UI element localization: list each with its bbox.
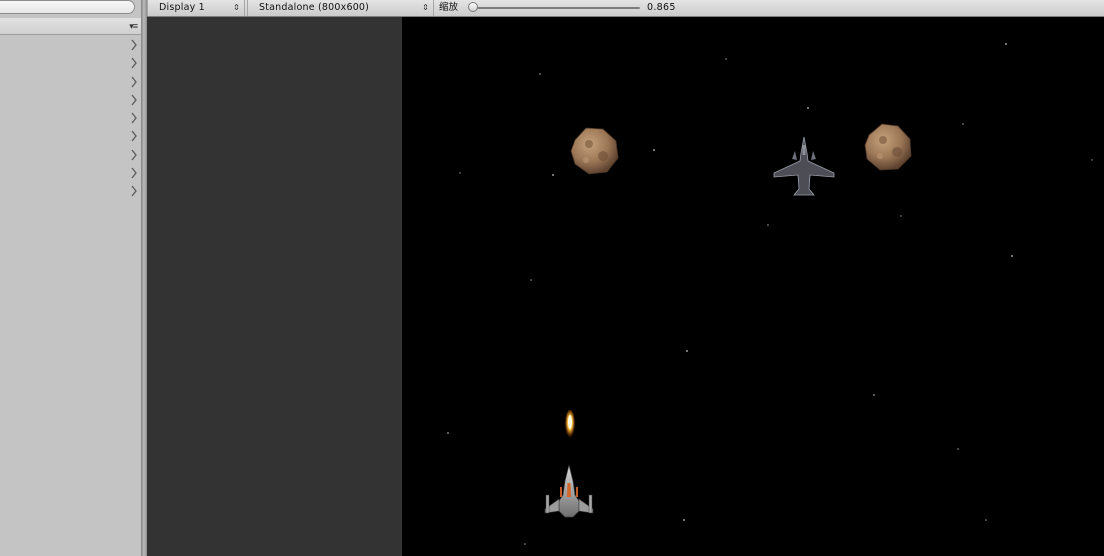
star (459, 172, 461, 174)
tree-row[interactable] (0, 54, 141, 72)
star (962, 123, 964, 125)
hierarchy-panel: ▾≡ (0, 0, 142, 556)
scale-label: 缩放 (439, 2, 459, 13)
star (985, 519, 987, 521)
chevron-right-icon[interactable] (129, 75, 139, 89)
star (552, 174, 554, 176)
hierarchy-tree (0, 36, 141, 201)
updown-arrows-icon: ⇕ (422, 3, 429, 12)
star (900, 215, 902, 217)
chevron-right-icon[interactable] (129, 184, 139, 198)
chevron-right-icon[interactable] (129, 148, 139, 162)
asteroid (864, 123, 912, 171)
player-bullet (565, 410, 575, 438)
star (530, 279, 532, 281)
game-view-letterbox (147, 17, 402, 556)
star (767, 224, 769, 226)
chevron-right-icon[interactable] (129, 38, 139, 52)
resolution-dropdown[interactable]: Standalone (800x600) ⇕ (247, 0, 434, 16)
chevron-right-icon[interactable] (129, 93, 139, 107)
player-ship (544, 464, 594, 518)
star (725, 58, 727, 60)
star (1091, 159, 1093, 161)
display-dropdown-label: Display 1 (159, 2, 205, 13)
tree-row[interactable] (0, 146, 141, 164)
scale-slider[interactable] (468, 2, 640, 13)
scale-slider-thumb[interactable] (468, 2, 478, 12)
starfield (447, 43, 1093, 545)
hierarchy-search-input[interactable] (0, 0, 135, 14)
tree-row[interactable] (0, 91, 141, 109)
tree-row[interactable] (0, 109, 141, 127)
game-scene (447, 43, 1093, 545)
star (957, 448, 959, 450)
chevron-right-icon[interactable] (129, 166, 139, 180)
scale-value: 0.865 (647, 2, 676, 13)
enemy-ship (773, 136, 835, 196)
scale-slider-track[interactable] (474, 7, 640, 9)
display-dropdown[interactable]: Display 1 ⇕ (147, 0, 245, 16)
hierarchy-subheader: ▾≡ (0, 18, 141, 35)
star (686, 350, 688, 352)
star (807, 107, 809, 109)
star (524, 543, 526, 545)
tree-row[interactable] (0, 182, 141, 200)
star (539, 73, 541, 75)
asteroid (570, 127, 619, 175)
star (873, 394, 875, 396)
tree-row[interactable] (0, 127, 141, 145)
resolution-dropdown-label: Standalone (800x600) (259, 2, 370, 13)
game-view-toolbar: Display 1 ⇕ Standalone (800x600) ⇕ 缩放 0.… (147, 0, 1104, 17)
chevron-right-icon[interactable] (129, 111, 139, 125)
panel-menu-icon[interactable]: ▾≡ (129, 20, 138, 32)
tree-row[interactable] (0, 73, 141, 91)
chevron-right-icon[interactable] (129, 56, 139, 70)
chevron-right-icon[interactable] (129, 129, 139, 143)
star (653, 149, 655, 151)
star (1005, 43, 1007, 45)
star (447, 432, 449, 434)
star (683, 519, 685, 521)
tree-row[interactable] (0, 164, 141, 182)
star (1011, 255, 1013, 257)
tree-row[interactable] (0, 36, 141, 54)
updown-arrows-icon: ⇕ (233, 3, 240, 12)
game-canvas[interactable] (402, 17, 1104, 556)
